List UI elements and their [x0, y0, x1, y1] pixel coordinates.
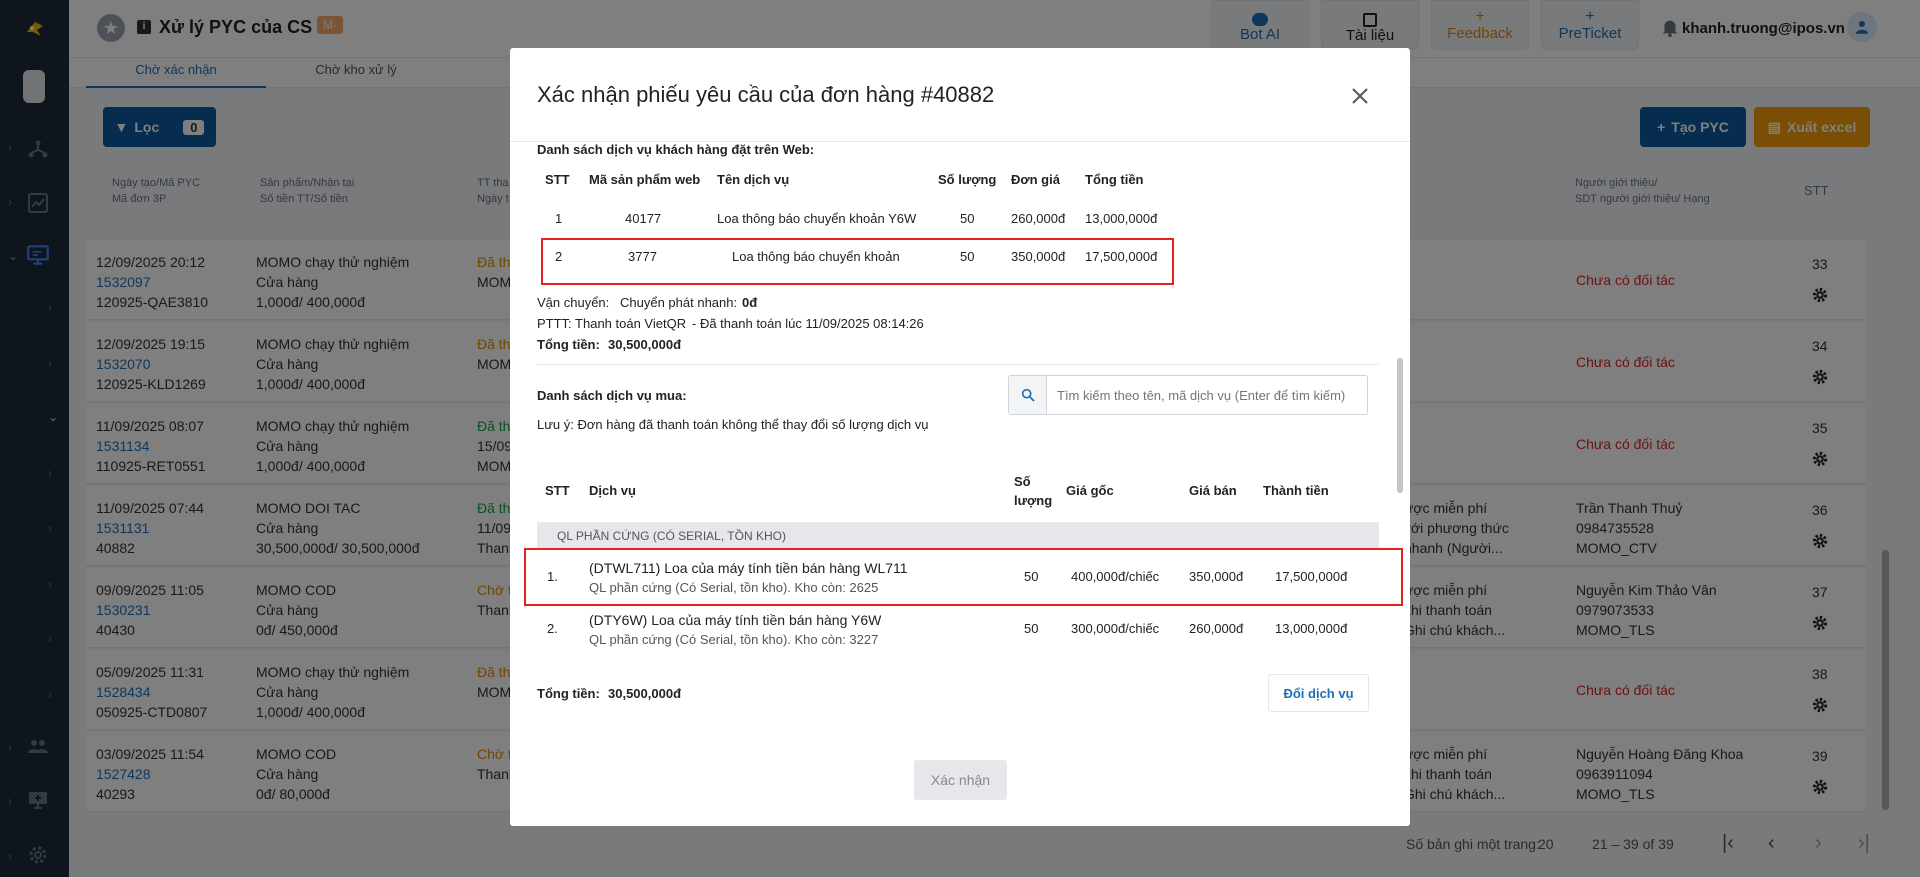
web-col-total: Tổng tiền [1085, 172, 1144, 187]
buy-col-orig: Giá gốc [1066, 483, 1114, 498]
service-search [1008, 375, 1368, 415]
web-row-2-total: 17,500,000đ [1085, 249, 1158, 264]
shipping-label: Vận chuyển: [537, 295, 610, 310]
buy-row-2-stt: 2. [547, 621, 558, 636]
buy-row-2-total: 13,000,000đ [1275, 621, 1348, 636]
buy-col-service: Dịch vụ [589, 483, 636, 498]
paid-warning: Lưu ý: Đơn hàng đã thanh toán không thể … [537, 417, 929, 432]
buy-total-label: Tổng tiền: [537, 686, 600, 701]
confirm-pyc-modal: Xác nhận phiếu yêu cầu của đơn hàng #408… [510, 48, 1410, 826]
web-row-1-stt: 1 [555, 211, 563, 226]
section-divider [537, 364, 1379, 365]
buy-total-value: 30,500,000đ [608, 686, 682, 701]
web-row-2-qty: 50 [960, 249, 975, 264]
web-col-price: Đơn giá [1011, 172, 1060, 187]
change-service-button[interactable]: Đổi dịch vụ [1268, 674, 1369, 712]
buy-row-1-name: (DTWL711) Loa của máy tính tiền bán hàng… [589, 560, 908, 576]
buy-col-sale: Giá bán [1189, 483, 1237, 498]
web-col-qty: Số lượng [938, 172, 997, 187]
shipping-fee: 0đ [742, 295, 758, 310]
highlight-buy-row-1 [524, 548, 1403, 606]
web-row-2-price: 350,000đ [1011, 249, 1066, 264]
buy-col-stt: STT [545, 483, 570, 498]
group-label: QL PHẦN CỨNG (CÓ SERIAL, TỒN KHO) [557, 529, 786, 543]
web-row-1-qty: 50 [960, 211, 975, 226]
web-row-1-code: 40177 [625, 211, 662, 226]
web-total-value: 30,500,000đ [608, 337, 682, 352]
web-row-1-name: Loa thông báo chuyển khoản Y6W [717, 211, 917, 226]
shipping-value: Chuyển phát nhanh: [620, 295, 738, 310]
buy-services-title: Danh sách dịch vụ mua: [537, 388, 687, 403]
web-row-1-total: 13,000,000đ [1085, 211, 1158, 226]
web-row-2-stt: 2 [555, 249, 563, 264]
web-col-name: Tên dịch vụ [717, 172, 790, 187]
buy-row-1-sub: QL phần cứng (Có Serial, tồn kho). Kho c… [589, 580, 879, 595]
web-services-title: Danh sách dịch vụ khách hàng đặt trên We… [537, 142, 815, 157]
buy-row-2-name: (DTY6W) Loa của máy tính tiền bán hàng Y… [589, 612, 882, 628]
close-icon[interactable] [1348, 84, 1372, 108]
buy-row-1-sale: 350,000đ [1189, 569, 1244, 584]
web-row-1-price: 260,000đ [1011, 211, 1066, 226]
buy-row-2-qty: 50 [1024, 621, 1039, 636]
web-row-2-code: 3777 [628, 249, 657, 264]
web-col-stt: STT [545, 172, 570, 187]
payment-status: - Đã thanh toán lúc 11/09/2025 08:14:26 [692, 316, 924, 331]
web-total-label: Tổng tiền: [537, 337, 600, 352]
confirm-button[interactable]: Xác nhận [914, 760, 1007, 800]
search-icon[interactable] [1009, 376, 1047, 414]
buy-col-qty: Số lượng [1014, 474, 1053, 508]
buy-row-1-stt: 1. [547, 569, 558, 584]
modal-scrollbar[interactable] [1397, 358, 1403, 493]
web-col-code: Mã sản phẩm web [589, 172, 701, 187]
buy-row-2-orig: 300,000đ/chiếc [1071, 621, 1160, 636]
buy-row-1-qty: 50 [1024, 569, 1039, 584]
buy-row-1-orig: 400,000đ/chiếc [1071, 569, 1160, 584]
buy-col-total: Thành tiền [1263, 483, 1329, 498]
web-row-2-name: Loa thông báo chuyển khoản [732, 249, 900, 264]
modal-title: Xác nhận phiếu yêu cầu của đơn hàng #408… [537, 82, 995, 107]
buy-row-2-sub: QL phần cứng (Có Serial, tồn kho). Kho c… [589, 632, 879, 647]
buy-row-2-sale: 260,000đ [1189, 621, 1244, 636]
buy-row-1-total: 17,500,000đ [1275, 569, 1348, 584]
payment-method: PTTT: Thanh toán VietQR [537, 316, 687, 331]
service-search-input[interactable] [1049, 376, 1365, 414]
